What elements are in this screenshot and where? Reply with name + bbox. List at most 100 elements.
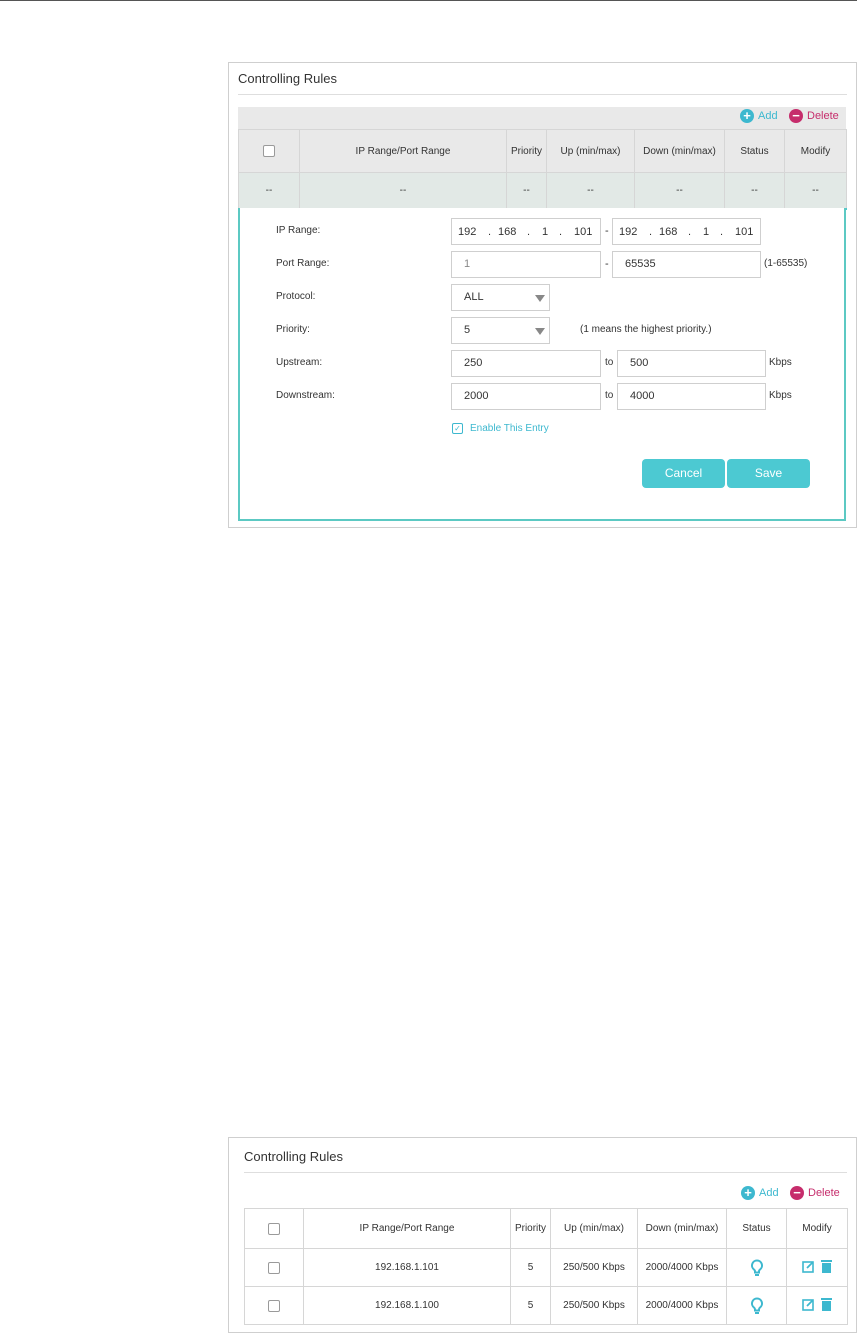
col-header: IP Range/Port Range <box>303 1208 511 1249</box>
downstream-min-field[interactable]: 2000 <box>451 383 601 410</box>
save-button[interactable]: Save <box>727 459 810 488</box>
col-header: IP Range/Port Range <box>299 129 507 173</box>
ip-octet: 192 <box>458 226 477 238</box>
trash-icon[interactable] <box>821 1259 832 1274</box>
priority-select[interactable]: 5 <box>451 317 550 344</box>
priority-cell: 5 <box>510 1248 551 1287</box>
ip-dot: . <box>649 226 653 238</box>
unit-label: Kbps <box>769 390 792 401</box>
priority-value: 5 <box>464 324 471 336</box>
checkbox-checked-icon: ✓ <box>452 423 463 434</box>
title-divider <box>238 94 847 95</box>
ip-range-separator: - <box>605 225 609 237</box>
ip-cell: 192.168.1.101 <box>303 1248 511 1287</box>
port-range-hint: (1-65535) <box>764 258 808 269</box>
up-cell: 250/500 Kbps <box>550 1286 638 1325</box>
down-cell: 2000/4000 Kbps <box>637 1248 727 1287</box>
enable-entry-checkbox[interactable]: ✓ Enable This Entry <box>452 423 549 434</box>
priority-hint: (1 means the highest priority.) <box>580 324 712 335</box>
port-end-field[interactable]: 65535 <box>612 251 761 278</box>
minus-circle-icon: − <box>789 109 803 123</box>
row-select-cell <box>244 1286 304 1325</box>
downstream-label: Downstream: <box>276 390 335 401</box>
col-header: Up (min/max) <box>546 129 635 173</box>
trash-icon[interactable] <box>821 1297 832 1312</box>
row-checkbox[interactable] <box>268 1299 280 1312</box>
protocol-select[interactable]: ALL <box>451 284 550 311</box>
top-rule <box>0 0 857 1</box>
row-checkbox[interactable] <box>268 1261 280 1274</box>
protocol-value: ALL <box>464 291 484 303</box>
upstream-max-field[interactable]: 500 <box>617 350 766 377</box>
table-cell: -- <box>506 172 547 210</box>
ip-octet: 101 <box>574 226 593 238</box>
status-cell <box>726 1248 787 1287</box>
ip-octet: 168 <box>498 226 517 238</box>
rules-table: IP Range/Port Range Priority Up (min/max… <box>244 1208 848 1325</box>
col-header: Status <box>724 129 785 173</box>
ip-range-label: IP Range: <box>276 225 321 236</box>
to-label: to <box>605 390 614 401</box>
lightbulb-icon[interactable] <box>750 1296 764 1315</box>
title-divider <box>244 1172 847 1173</box>
table-cell: -- <box>784 172 847 210</box>
delete-button[interactable]: − Delete <box>789 109 839 123</box>
select-all-cell <box>238 129 300 173</box>
panel-title: Controlling Rules <box>238 71 337 86</box>
edit-icon[interactable] <box>802 1298 815 1311</box>
table-cell: -- <box>546 172 635 210</box>
table-cell: -- <box>238 172 300 210</box>
panel-title: Controlling Rules <box>244 1149 343 1164</box>
col-header: Up (min/max) <box>550 1208 638 1249</box>
upstream-min-field[interactable]: 250 <box>451 350 601 377</box>
ip-octet: 168 <box>659 226 678 238</box>
delete-button[interactable]: − Delete <box>790 1186 840 1200</box>
ip-dot: . <box>559 226 563 238</box>
col-header: Down (min/max) <box>637 1208 727 1249</box>
downstream-max-field[interactable]: 4000 <box>617 383 766 410</box>
table-cell: -- <box>724 172 785 210</box>
col-header: Down (min/max) <box>634 129 725 173</box>
col-header: Status <box>726 1208 787 1249</box>
to-label: to <box>605 357 614 368</box>
port-range-separator: - <box>605 258 609 270</box>
ip-start-field[interactable]: 192 . 168 . 1 . 101 <box>451 218 601 245</box>
minus-circle-icon: − <box>790 1186 804 1200</box>
ip-octet: 101 <box>735 226 754 238</box>
edit-icon[interactable] <box>802 1260 815 1273</box>
down-cell: 2000/4000 Kbps <box>637 1286 727 1325</box>
table-row: 192.168.1.101 5 250/500 Kbps 2000/4000 K… <box>244 1248 848 1287</box>
add-button[interactable]: + Add <box>740 109 778 123</box>
col-header: Modify <box>786 1208 848 1249</box>
upstream-label: Upstream: <box>276 357 323 368</box>
modify-cell <box>786 1248 848 1287</box>
port-range-label: Port Range: <box>276 258 330 269</box>
protocol-label: Protocol: <box>276 291 316 302</box>
priority-label: Priority: <box>276 324 310 335</box>
unit-label: Kbps <box>769 357 792 368</box>
cancel-button[interactable]: Cancel <box>642 459 725 488</box>
plus-circle-icon: + <box>741 1186 755 1200</box>
col-header: Priority <box>506 129 547 173</box>
col-header: Modify <box>784 129 847 173</box>
ip-dot: . <box>688 226 692 238</box>
table-cell: -- <box>299 172 507 210</box>
ip-dot: . <box>488 226 492 238</box>
ip-octet: 1 <box>542 226 549 238</box>
lightbulb-icon[interactable] <box>750 1258 764 1277</box>
plus-circle-icon: + <box>740 109 754 123</box>
port-start-field[interactable]: 1 <box>451 251 601 278</box>
add-button[interactable]: + Add <box>741 1186 779 1200</box>
up-cell: 250/500 Kbps <box>550 1248 638 1287</box>
chevron-down-icon <box>535 328 545 335</box>
table-row: 192.168.1.100 5 250/500 Kbps 2000/4000 K… <box>244 1286 848 1325</box>
ip-end-field[interactable]: 192 . 168 . 1 . 101 <box>612 218 761 245</box>
modify-cell <box>786 1286 848 1325</box>
ip-dot: . <box>720 226 724 238</box>
select-all-checkbox[interactable] <box>268 1222 280 1235</box>
status-cell <box>726 1286 787 1325</box>
table-row-editing[interactable]: -- -- -- -- -- -- -- <box>238 172 847 210</box>
rules-table: IP Range/Port Range Priority Up (min/max… <box>238 129 847 210</box>
ip-octet: 1 <box>703 226 710 238</box>
select-all-checkbox[interactable] <box>263 145 275 157</box>
